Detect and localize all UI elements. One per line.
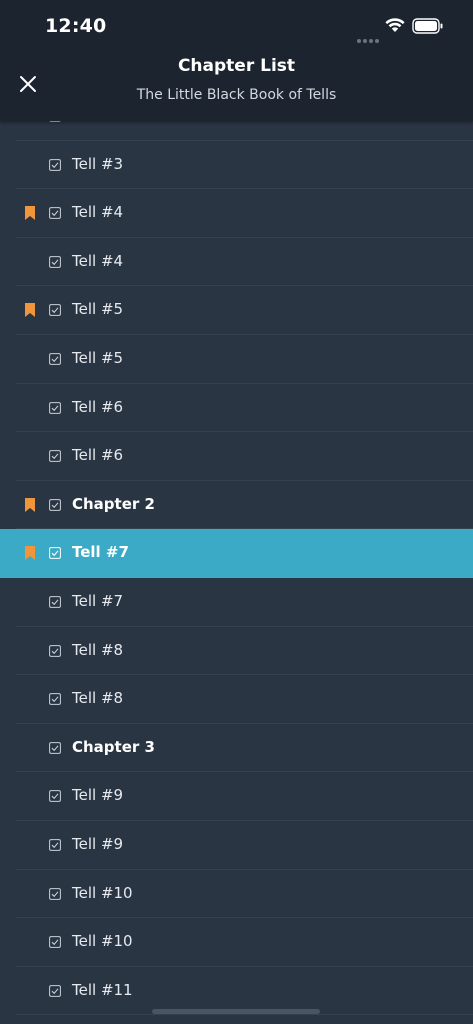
chapter-list-screen: 12:40 Chapter List The Little Black Book… [0,0,473,1024]
row-label: Chapter 2 [72,494,155,513]
status-bar: 12:40 [0,0,473,52]
tell-row[interactable]: Tell #9 [0,772,473,821]
tell-row[interactable]: Tell #9 [0,821,473,870]
tell-row[interactable]: Tell #7 [0,529,473,578]
row-label: Tell #7 [72,543,129,562]
wifi-icon [385,18,405,32]
checkbox-checked-icon [49,547,61,560]
navigation-header: Chapter List The Little Black Book of Te… [0,52,473,121]
chapter-row[interactable]: Chapter 2 [0,481,473,530]
checkbox-checked-icon [49,207,61,220]
tell-row[interactable]: Tell #4 [0,238,473,287]
checkbox-checked-icon [49,255,61,268]
tell-row[interactable]: Tell #7 [0,578,473,627]
row-label: Tell #8 [72,689,124,708]
tell-row[interactable]: Tell #6 [0,384,473,433]
cellular-signal-icon [357,28,381,47]
bookmark-icon [25,546,35,561]
checkbox-checked-icon [49,353,61,365]
checkbox-checked-icon [49,596,61,608]
checkbox-checked-icon [49,644,61,657]
bookmark-icon [25,497,35,512]
chapter-row[interactable]: Chapter 3 [0,724,473,773]
checkbox-checked-icon [49,693,61,706]
checkbox-checked-icon [49,839,61,851]
battery-icon [412,18,443,34]
row-label: Tell #9 [72,834,124,853]
checkbox-checked-icon [49,401,61,414]
tell-row[interactable]: Tell #5 [0,286,473,335]
row-label: Tell #7 [72,591,124,610]
row-label: Tell #3 [72,154,124,173]
row-label: Chapter 3 [72,737,155,756]
row-label: Tell #4 [72,251,124,270]
tell-row[interactable]: Tell #8 [0,627,473,676]
tell-row[interactable]: Tell #10 [0,870,473,919]
bookmark-icon [25,206,35,221]
checkbox-checked-icon [49,450,61,463]
chapter-list[interactable]: Tell #3Tell #3Tell #4Tell #4Tell #5Tell … [0,92,473,1015]
row-label: Tell #8 [72,640,124,659]
row-label: Tell #5 [72,300,124,319]
tell-row[interactable]: Tell #4 [0,189,473,238]
tell-row[interactable]: Tell #6 [0,432,473,481]
tell-row[interactable]: Tell #8 [0,675,473,724]
row-label: Tell #9 [72,786,124,805]
tell-row[interactable]: Tell #3 [0,141,473,190]
row-label: Tell #10 [72,883,133,902]
status-time: 12:40 [45,15,107,37]
row-label: Tell #5 [72,348,124,367]
row-label: Tell #11 [72,980,133,999]
tell-row[interactable]: Tell #5 [0,335,473,384]
book-subtitle: The Little Black Book of Tells [136,87,337,103]
page-title: Chapter List [177,56,296,76]
tell-row[interactable]: Tell #11 [0,967,473,1016]
row-label: Tell #6 [72,397,124,416]
row-label: Tell #4 [72,203,124,222]
checkbox-checked-icon [49,158,61,171]
row-label: Tell #10 [72,932,133,951]
checkbox-checked-icon [49,936,61,948]
checkbox-checked-icon [49,741,61,754]
tell-row[interactable]: Tell #10 [0,918,473,967]
checkbox-checked-icon [49,887,61,900]
home-indicator [152,1009,320,1014]
checkbox-checked-icon [49,304,61,317]
checkbox-checked-icon [49,498,61,511]
bookmark-icon [25,303,35,318]
row-label: Tell #6 [72,446,124,465]
checkbox-checked-icon [49,790,61,803]
checkbox-checked-icon [49,984,61,997]
